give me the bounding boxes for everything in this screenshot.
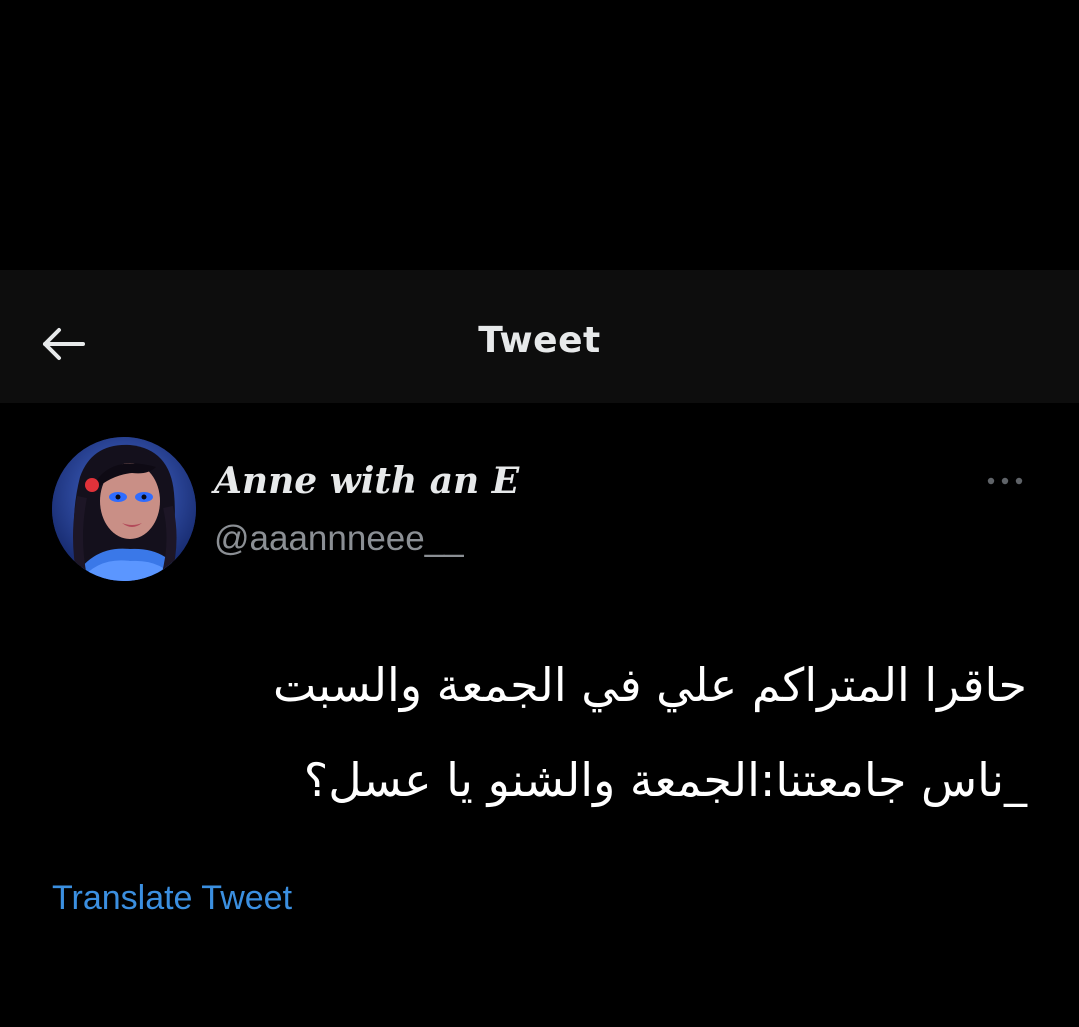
tweet-text-line: حاقرا المتراكم علي في الجمعة والسبت <box>272 658 1027 712</box>
more-horizontal-icon <box>987 477 1023 485</box>
translate-tweet-link[interactable]: Translate Tweet <box>52 879 292 918</box>
more-options-button[interactable] <box>980 466 1030 496</box>
tweet-text: حاقرا المتراكم علي في الجمعة والسبت _ناس… <box>127 638 1027 828</box>
author-handle[interactable]: @aaannneee__ <box>214 519 464 559</box>
avatar[interactable] <box>52 437 196 581</box>
top-navigation-bar: Tweet <box>0 270 1079 403</box>
tweet-text-line: _ناس جامعتنا:الجمعة والشنو يا عسل؟ <box>303 753 1027 807</box>
avatar-image <box>52 437 196 581</box>
page-title: Tweet <box>478 320 601 361</box>
author-display-name[interactable]: Anne with an E <box>214 460 519 502</box>
